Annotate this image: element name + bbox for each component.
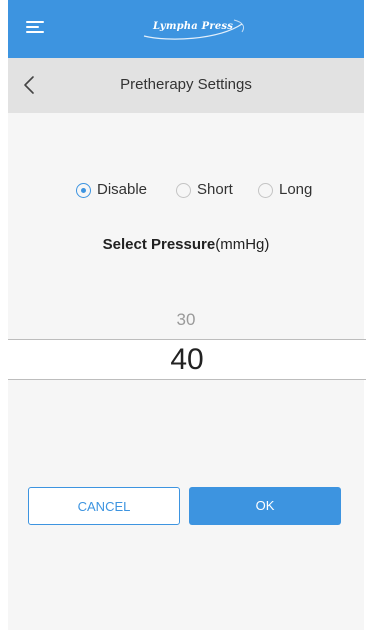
menu-icon-line	[26, 31, 44, 33]
lympha-press-logo: Lympha Press	[138, 18, 248, 40]
select-pressure-label: Select Pressure(mmHg)	[8, 236, 364, 253]
select-pressure-label-bold: Select Pressure	[102, 236, 216, 253]
menu-icon-line	[26, 26, 39, 28]
menu-icon[interactable]	[26, 21, 44, 35]
page-title: Pretherapy Settings	[120, 76, 252, 93]
radio-label-long: Long	[279, 181, 313, 198]
logo-text: Lympha Press	[152, 21, 234, 32]
select-pressure-unit: (mmHg)	[215, 236, 270, 253]
app-screen: Lympha Press Pretherapy Settings Disable…	[8, 0, 364, 630]
ok-button[interactable]: OK	[189, 487, 341, 525]
page-header: Pretherapy Settings	[8, 58, 364, 113]
pressure-picker-selected-value: 40	[170, 343, 204, 376]
pressure-picker-previous-value[interactable]: 30	[8, 310, 364, 330]
radio-label-short: Short	[197, 181, 233, 198]
radio-label-disable: Disable	[97, 181, 148, 198]
picker-divider-bottom	[8, 379, 366, 380]
menu-icon-line	[26, 21, 44, 23]
radio-unselected-icon	[176, 183, 191, 198]
top-app-bar: Lympha Press	[8, 0, 364, 58]
radio-selected-icon	[76, 183, 91, 198]
pretherapy-mode-radio-group: Disable Short Long	[8, 179, 364, 203]
cancel-button[interactable]: CANCEL	[28, 487, 180, 525]
radio-unselected-icon	[258, 183, 273, 198]
pressure-picker-selected[interactable]: 40	[8, 340, 366, 379]
